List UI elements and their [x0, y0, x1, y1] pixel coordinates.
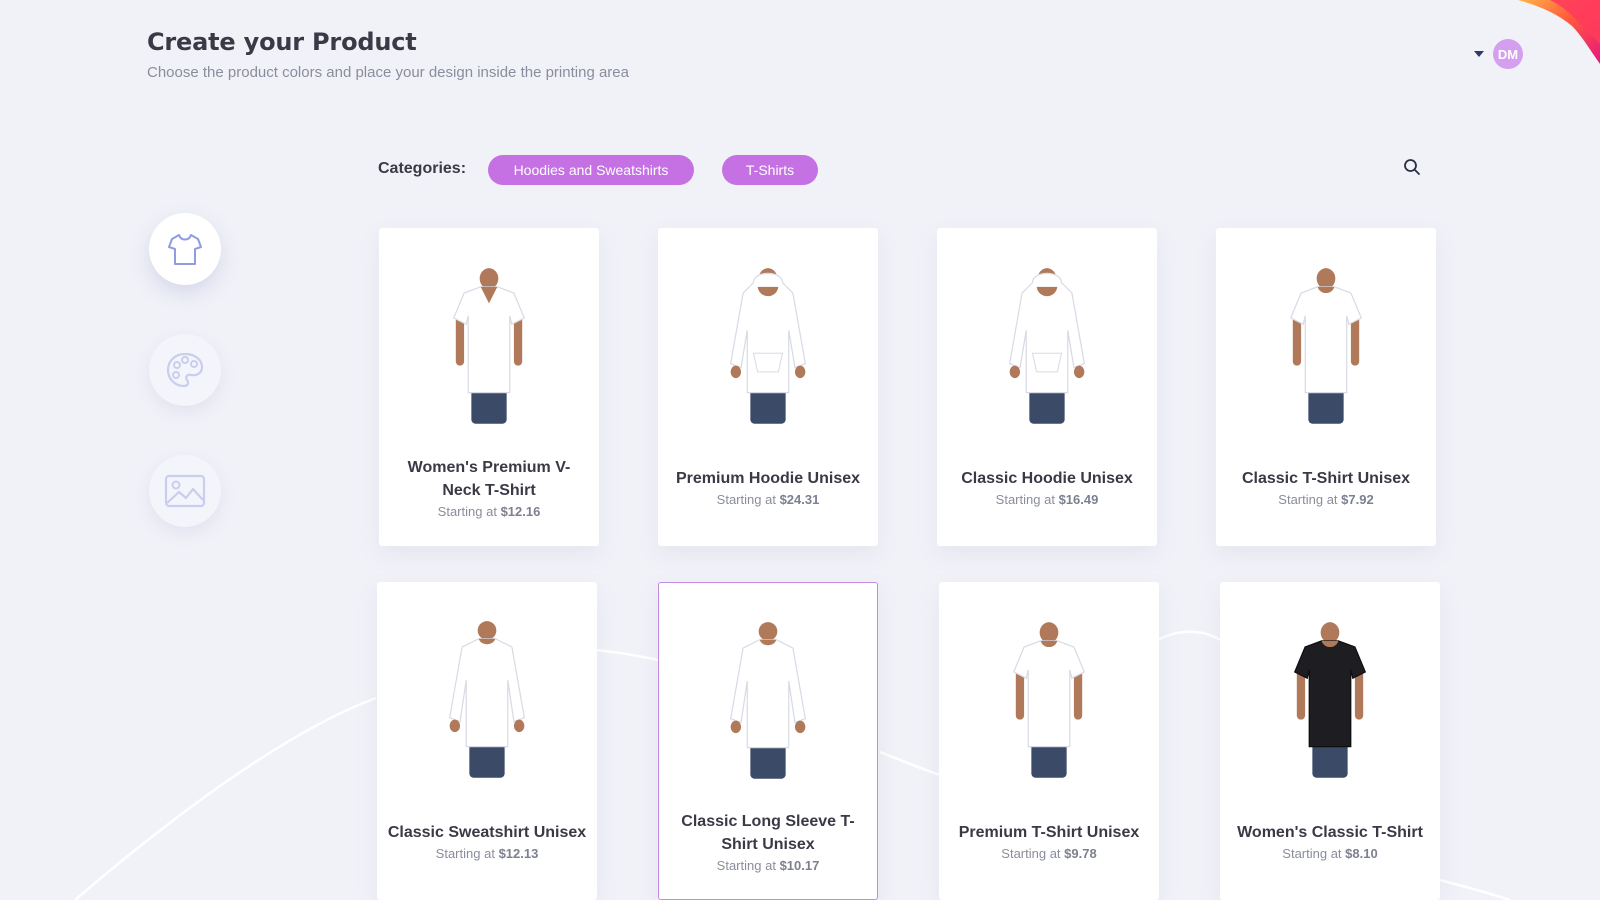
product-image [658, 228, 878, 458]
product-name: Women's Premium V-Neck T-Shirt [407, 458, 571, 499]
price-value: $24.31 [779, 492, 820, 507]
tshirt-illustration [1293, 622, 1367, 778]
product-price: Starting at $24.31 [717, 492, 820, 507]
product-price: Starting at $8.10 [1282, 846, 1377, 861]
product-tool-button[interactable] [149, 213, 221, 285]
price-prefix: Starting at [1001, 846, 1061, 861]
product-card[interactable]: Classic Hoodie Unisex Starting at $16.49 [937, 228, 1157, 546]
price-prefix: Starting at [437, 503, 497, 519]
hoodie-illustration [729, 268, 807, 424]
image-tool-button[interactable] [149, 455, 221, 527]
product-card[interactable]: Women's Premium V-Neck T-Shirt Starting … [379, 228, 599, 546]
product-image [1220, 582, 1440, 812]
tshirt-illustration [1289, 268, 1363, 424]
product-name: Classic Sweatshirt Unisex [387, 824, 587, 841]
product-name: Classic T-Shirt Unisex [1241, 470, 1411, 487]
price-value: $8.10 [1345, 846, 1378, 861]
product-price: Starting at $12.13 [436, 846, 539, 861]
category-hoodies-and-sweatshirts[interactable]: Hoodies and Sweatshirts [488, 155, 694, 185]
page-title: Create your Product [147, 28, 417, 56]
product-price: Starting at $10.17 [717, 858, 820, 873]
price-prefix: Starting at [1278, 492, 1338, 507]
avatar[interactable]: DM [1493, 39, 1523, 69]
product-image [1216, 228, 1436, 458]
product-name: Classic Long Sleeve T-Shirt Unisex [681, 812, 855, 853]
product-name: Women's Classic T-Shirt [1237, 824, 1423, 841]
price-value: $10.17 [779, 857, 820, 873]
product-name: Premium T-Shirt Unisex [958, 824, 1140, 841]
product-card[interactable]: Premium Hoodie Unisex Starting at $24.31 [658, 228, 878, 546]
palette-icon [166, 352, 204, 388]
product-image [379, 228, 599, 458]
product-image [937, 228, 1157, 458]
product-image [377, 582, 597, 812]
product-card-selected[interactable]: Classic Long Sleeve T-Shirt Unisex Start… [658, 582, 878, 900]
product-card[interactable]: Classic Sweatshirt Unisex Starting at $1… [377, 582, 597, 900]
price-value: $12.13 [498, 846, 539, 861]
price-value: $9.78 [1064, 846, 1097, 861]
product-card[interactable]: Classic T-Shirt Unisex Starting at $7.92 [1216, 228, 1436, 546]
tshirt-icon [168, 234, 202, 265]
product-price: Starting at $16.49 [996, 492, 1099, 507]
price-prefix: Starting at [716, 492, 776, 507]
price-value: $7.92 [1341, 492, 1374, 507]
product-card[interactable]: Premium T-Shirt Unisex Starting at $9.78 [939, 582, 1159, 900]
hoodie-illustration [1008, 268, 1086, 424]
product-card[interactable]: Women's Classic T-Shirt Starting at $8.1… [1220, 582, 1440, 900]
product-price: Starting at $7.92 [1278, 492, 1373, 507]
colors-tool-button[interactable] [149, 334, 221, 406]
price-value: $12.16 [500, 503, 541, 519]
chevron-down-icon[interactable] [1474, 51, 1484, 57]
price-prefix: Starting at [995, 492, 1055, 507]
price-value: $16.49 [1058, 492, 1099, 507]
price-prefix: Starting at [716, 857, 776, 873]
product-price: Starting at $9.78 [1001, 846, 1096, 861]
price-prefix: Starting at [435, 846, 495, 861]
user-menu[interactable]: DM [1474, 39, 1523, 69]
product-image [659, 583, 877, 813]
category-t-shirts[interactable]: T-Shirts [722, 155, 818, 185]
vneck-illustration [452, 268, 526, 424]
product-name: Classic Hoodie Unisex [961, 470, 1133, 487]
price-prefix: Starting at [1282, 846, 1342, 861]
product-name: Premium Hoodie Unisex [675, 470, 861, 487]
categories-label: Categories: [378, 160, 467, 177]
tshirt-illustration [1012, 622, 1086, 778]
longsleeve-illustration [729, 622, 807, 779]
product-price: Starting at $12.16 [438, 504, 541, 519]
product-image [939, 582, 1159, 812]
sweatshirt-illustration [448, 621, 526, 778]
page-subtitle: Choose the product colors and place your… [147, 64, 629, 81]
image-icon [164, 474, 206, 508]
search-icon[interactable] [1402, 157, 1422, 177]
